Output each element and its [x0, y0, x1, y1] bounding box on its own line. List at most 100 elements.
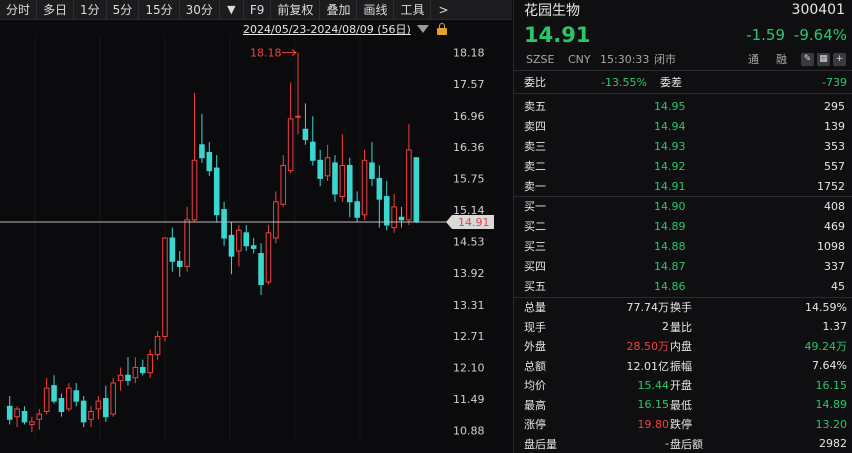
- grid-icon[interactable]: ▦: [817, 52, 830, 66]
- candle-body[interactable]: [125, 374, 131, 381]
- candle-body[interactable]: [406, 149, 412, 221]
- candle-body[interactable]: [339, 164, 346, 198]
- bid-row[interactable]: 买二 14.89 469: [514, 216, 852, 236]
- candle-body[interactable]: [88, 411, 94, 420]
- candle-body[interactable]: [287, 118, 294, 172]
- candle-body[interactable]: [346, 164, 353, 203]
- candle-body[interactable]: [95, 400, 102, 410]
- bid-row[interactable]: 买三 14.88 1098: [514, 236, 852, 256]
- y-tick-label: 15.75: [453, 172, 485, 185]
- stat-value: 15.44: [637, 378, 670, 392]
- candle-body[interactable]: [206, 152, 213, 172]
- candle-body[interactable]: [236, 229, 242, 252]
- currency-label: CNY: [568, 52, 591, 66]
- candle-body[interactable]: [73, 390, 80, 402]
- candle-body[interactable]: [36, 413, 43, 420]
- bid-row[interactable]: 买四 14.87 337: [514, 256, 852, 276]
- candle-body[interactable]: [169, 237, 176, 262]
- y-tick-label: 13.92: [453, 267, 485, 280]
- candle-body[interactable]: [265, 232, 272, 283]
- candle-body[interactable]: [391, 206, 397, 229]
- period-tab-5min[interactable]: 5分: [107, 0, 140, 20]
- candle-body[interactable]: [228, 234, 235, 257]
- ask-row[interactable]: 卖五 14.95 295: [514, 96, 852, 116]
- candle-body[interactable]: [14, 408, 20, 418]
- period-tab-1min[interactable]: 1分: [74, 0, 107, 20]
- candle-body[interactable]: [243, 232, 250, 247]
- candle-body[interactable]: [413, 157, 420, 223]
- stat-label: 振幅: [670, 359, 692, 373]
- candle-body[interactable]: [273, 201, 279, 239]
- candle-body[interactable]: [376, 177, 383, 200]
- tools-button[interactable]: 工具: [394, 0, 432, 20]
- candle-body[interactable]: [147, 354, 153, 374]
- candle-body[interactable]: [295, 115, 301, 118]
- period-tab-30min[interactable]: 30分: [180, 0, 220, 20]
- overlay-button[interactable]: 叠加: [320, 0, 358, 20]
- candle-body[interactable]: [250, 245, 257, 249]
- ask-row[interactable]: 卖三 14.93 353: [514, 136, 852, 156]
- candle-body[interactable]: [361, 159, 368, 216]
- candle-body[interactable]: [110, 382, 116, 415]
- stat-value: 7.64%: [812, 359, 847, 372]
- bid-row[interactable]: 买一 14.90 408: [514, 196, 852, 216]
- candle-body[interactable]: [383, 196, 390, 226]
- bid-volume: 337: [824, 259, 845, 273]
- candle-body[interactable]: [80, 400, 87, 423]
- kline-svg[interactable]: 18.1817.5716.9616.3615.7515.1414.5313.92…: [0, 20, 512, 453]
- period-dropdown-icon[interactable]: ▼: [220, 0, 244, 20]
- candle-body[interactable]: [310, 141, 316, 161]
- ask-row[interactable]: 卖一 14.91 1752: [514, 176, 852, 196]
- stat-row: 盘后量 - 盘后额 2982: [514, 434, 852, 453]
- bid-row[interactable]: 买五 14.86 45: [514, 276, 852, 296]
- period-tab-multiday[interactable]: 多日: [37, 0, 75, 20]
- f9-button[interactable]: F9: [244, 0, 272, 20]
- candle-body[interactable]: [398, 216, 405, 221]
- candle-body[interactable]: [324, 157, 331, 177]
- stat-label: 均价: [524, 379, 546, 392]
- stat-value: 28.50万: [626, 340, 670, 353]
- edit-icon[interactable]: ✎: [801, 52, 814, 66]
- caret-down-icon[interactable]: [416, 25, 429, 33]
- candle-body[interactable]: [280, 164, 287, 205]
- adjust-button[interactable]: 前复权: [271, 0, 321, 20]
- more-icon[interactable]: >: [431, 0, 455, 20]
- bid-volume: 1098: [817, 239, 845, 253]
- candle-body[interactable]: [317, 159, 323, 179]
- ask-row[interactable]: 卖二 14.92 557: [514, 156, 852, 176]
- candle-body[interactable]: [58, 398, 65, 413]
- candle-body[interactable]: [176, 260, 183, 267]
- candle-body[interactable]: [117, 374, 124, 381]
- candle-body[interactable]: [302, 128, 309, 141]
- candle-body[interactable]: [6, 405, 13, 420]
- high-marker: 18.18: [250, 47, 297, 60]
- period-tab-intraday[interactable]: 分时: [0, 0, 38, 20]
- draw-line-button[interactable]: 画线: [357, 0, 395, 20]
- candle-body[interactable]: [213, 167, 220, 216]
- kline-chart[interactable]: 18.18 17.57 16.96 16.36 15.75 15.14 14.53 13.92…: [0, 20, 512, 453]
- candle-body[interactable]: [199, 144, 205, 159]
- add-icon[interactable]: +: [833, 52, 846, 66]
- candle-body[interactable]: [332, 162, 338, 195]
- date-range-label[interactable]: 2024/05/23-2024/08/09 (56日): [243, 21, 411, 37]
- candle-body[interactable]: [154, 335, 161, 356]
- candle-body[interactable]: [221, 209, 227, 239]
- candle-body[interactable]: [191, 159, 198, 221]
- candle-body[interactable]: [66, 387, 72, 410]
- ask-row[interactable]: 卖四 14.94 139: [514, 116, 852, 136]
- candle-body[interactable]: [132, 366, 139, 379]
- candle-body[interactable]: [21, 411, 28, 423]
- candle-body[interactable]: [162, 237, 168, 337]
- candle-body[interactable]: [184, 219, 190, 267]
- stock-name: 花园生物: [524, 3, 580, 19]
- candle-body[interactable]: [258, 253, 264, 286]
- candle-body[interactable]: [139, 366, 146, 374]
- candle-body[interactable]: [354, 201, 360, 218]
- candle-body[interactable]: [369, 162, 375, 179]
- candle-body[interactable]: [43, 387, 50, 413]
- period-tab-15min[interactable]: 15分: [139, 0, 180, 20]
- candle-body[interactable]: [103, 398, 109, 418]
- candle-body[interactable]: [51, 385, 57, 402]
- candle-body[interactable]: [29, 421, 35, 425]
- lock-icon[interactable]: [436, 23, 447, 35]
